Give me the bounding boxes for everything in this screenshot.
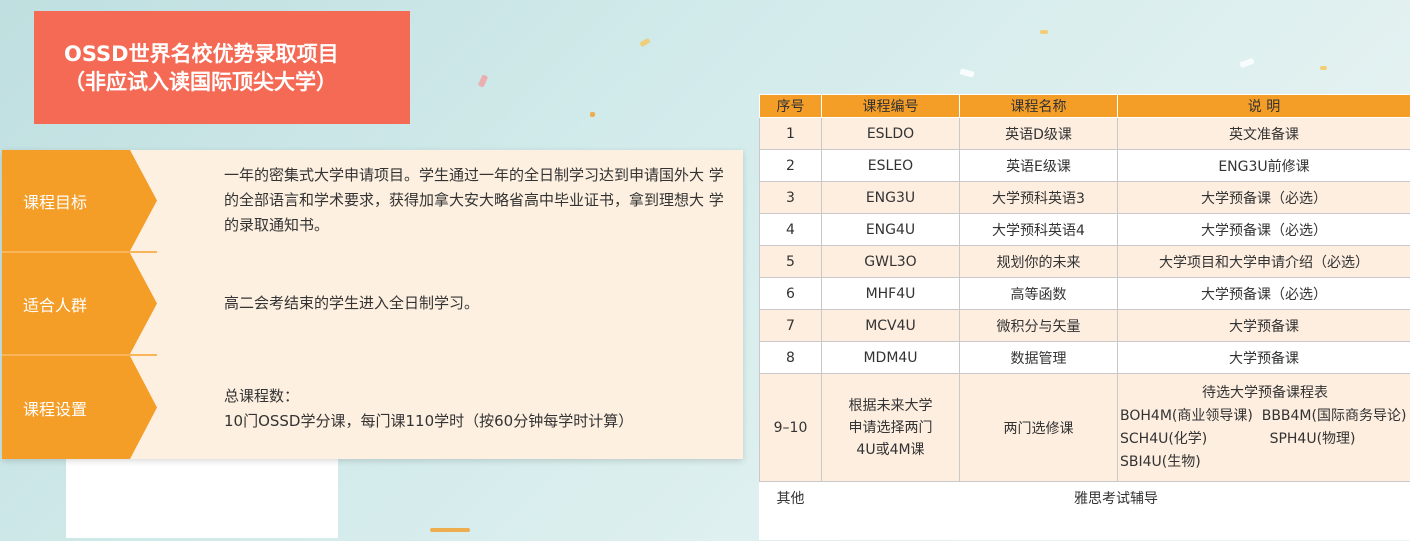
header-course-code: 课程编号 [821,94,960,118]
header-number: 序号 [759,94,822,118]
cell-number: 9–10 [759,373,822,482]
header-description: 说 明 [1117,94,1410,118]
text-setup: 总课程数： 10门OSSD学分课，每门课110学时（按60分钟每学时计算） [224,384,731,434]
cell-code: ENG3U [821,181,960,214]
confetti [639,37,651,48]
text-goal: 一年的密集式大学申请项目。学生通过一年的全日制学习达到申请国外大 学的全部语言和… [224,166,724,234]
cell-description: 大学预备课（必选） [1117,181,1410,214]
cell-other-label: 其他 [759,481,822,514]
course-table: 序号 课程编号 课程名称 说 明 1 ESLDO 英语D级课 英文准备课 2 E… [759,94,1410,514]
cell-code: ESLEO [821,149,960,182]
elective-code-line1: 根据未来大学 [848,397,933,414]
confetti [1320,66,1327,70]
cell-name: 英语E级课 [959,149,1118,182]
elective-line2: SCH4U(化学) SPH4U(物理) [1120,430,1356,447]
cell-code: ESLDO [821,117,960,150]
table-row: 1 ESLDO 英语D级课 英文准备课 [759,117,1410,150]
confetti [590,112,595,117]
table-row-other: 其他 雅思考试辅导 [759,481,1410,514]
table-row: 3 ENG3U 大学预科英语3 大学预备课（必选） [759,181,1410,214]
cell-code: 根据未来大学 申请选择两门 4U或4M课 [821,373,960,482]
setup-line1: 总课程数： [224,387,300,405]
confetti [1239,57,1255,69]
cell-description: 英文准备课 [1117,117,1410,150]
cell-description: 待选大学预备课程表 BOH4M(商业领导课) BBB4M(国际商务导论) SCH… [1117,373,1410,482]
cell-number: 1 [759,117,822,150]
cell-description: 大学项目和大学申请介绍（必选） [1117,245,1410,278]
table-row: 5 GWL3O 规划你的未来 大学项目和大学申请介绍（必选） [759,245,1410,278]
cell-code: MDM4U [821,341,960,374]
table-row: 6 MHF4U 高等函数 大学预备课（必选） [759,277,1410,310]
table-header-row: 序号 课程编号 课程名称 说 明 [759,94,1410,118]
cell-description: ENG3U前修课 [1117,149,1410,182]
cell-description: 大学预备课 [1117,341,1410,374]
table-row: 4 ENG4U 大学预科英语4 大学预备课（必选） [759,213,1410,246]
banner-title-line2: （非应试入读国际顶尖大学） [64,69,337,94]
elective-line3: SBI4U(生物) [1120,453,1201,470]
cell-number: 8 [759,341,822,374]
white-card [66,452,338,538]
info-row-audience: 适合人群 高二会考结束的学生进入全日制学习。 [2,253,743,354]
cell-name: 数据管理 [959,341,1118,374]
label-setup: 课程设置 [2,356,157,459]
cell-number: 6 [759,277,822,310]
program-info-panel: 课程目标 一年的密集式大学申请项目。学生通过一年的全日制学习达到申请国外大 学的… [2,150,743,459]
table-row-elective: 9–10 根据未来大学 申请选择两门 4U或4M课 两门选修课 待选大学预备课程… [759,373,1410,482]
table-row: 2 ESLEO 英语E级课 ENG3U前修课 [759,149,1410,182]
cell-number: 5 [759,245,822,278]
cell-name: 微积分与矢量 [959,309,1118,342]
cell-number: 2 [759,149,822,182]
table-row: 8 MDM4U 数据管理 大学预备课 [759,341,1410,374]
cell-code: MCV4U [821,309,960,342]
cell-name: 大学预科英语4 [959,213,1118,246]
cell-number: 4 [759,213,822,246]
cell-other-value: 雅思考试辅导 [821,481,1410,514]
cell-name: 英语D级课 [959,117,1118,150]
cell-code: ENG4U [821,213,960,246]
cell-number: 7 [759,309,822,342]
label-audience: 适合人群 [2,253,157,354]
cell-name: 高等函数 [959,277,1118,310]
cell-description: 大学预备课 [1117,309,1410,342]
cell-description: 大学预备课（必选） [1117,277,1410,310]
course-table-panel: 序号 课程编号 课程名称 说 明 1 ESLDO 英语D级课 英文准备课 2 E… [759,94,1410,540]
confetti [430,528,470,532]
table-row: 7 MCV4U 微积分与矢量 大学预备课 [759,309,1410,342]
header-course-name: 课程名称 [959,94,1118,118]
elective-title: 待选大学预备课程表 [1202,384,1328,401]
text-audience: 高二会考结束的学生进入全日制学习。 [224,294,480,312]
elective-line1: BOH4M(商业领导课) BBB4M(国际商务导论) [1120,407,1407,424]
cell-name: 大学预科英语3 [959,181,1118,214]
title-banner: OSSD世界名校优势录取项目 （非应试入读国际顶尖大学） [34,11,410,124]
banner-title-line1: OSSD世界名校优势录取项目 [64,41,339,66]
info-row-goal: 课程目标 一年的密集式大学申请项目。学生通过一年的全日制学习达到申请国外大 学的… [2,150,743,251]
info-row-setup: 课程设置 总课程数： 10门OSSD学分课，每门课110学时（按60分钟每学时计… [2,356,743,459]
confetti [959,68,975,78]
elective-code-line3: 4U或4M课 [856,441,925,458]
cell-name: 规划你的未来 [959,245,1118,278]
label-goal: 课程目标 [2,150,157,251]
cell-name: 两门选修课 [959,373,1118,482]
cell-code: GWL3O [821,245,960,278]
elective-code-line2: 申请选择两门 [848,419,933,436]
cell-description: 大学预备课（必选） [1117,213,1410,246]
confetti [477,74,489,88]
cell-code: MHF4U [821,277,960,310]
cell-number: 3 [759,181,822,214]
setup-line2: 10门OSSD学分课，每门课110学时（按60分钟每学时计算） [224,412,634,430]
confetti [1040,30,1048,34]
